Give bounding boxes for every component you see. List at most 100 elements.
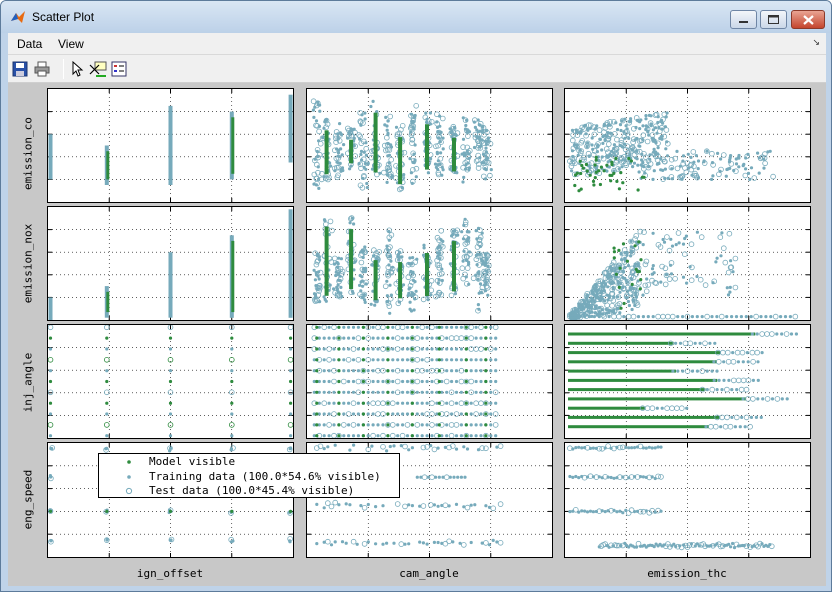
training-point <box>397 300 401 304</box>
inj-point <box>322 336 326 340</box>
speed-point <box>497 501 504 507</box>
training-point <box>597 306 601 310</box>
inj-point <box>371 423 375 427</box>
dock-arrow-icon[interactable]: ↘ <box>812 37 820 48</box>
training-point <box>735 388 739 392</box>
training-point <box>426 298 430 302</box>
plot-emission-nox-vs-emission-thc[interactable] <box>564 206 811 321</box>
training-point <box>463 217 467 221</box>
training-point <box>318 258 322 262</box>
plot-emission-co-vs-cam-angle[interactable] <box>306 88 553 203</box>
model-point <box>386 379 390 384</box>
model-point <box>315 434 319 438</box>
speed-point <box>580 446 584 450</box>
plot-inj-angle-vs-ign-offset[interactable] <box>47 324 294 439</box>
inj-point <box>376 347 380 351</box>
speed-point <box>385 541 389 545</box>
training-point <box>413 297 417 301</box>
inj-point <box>342 325 346 329</box>
speed-point <box>630 446 634 450</box>
menu-data[interactable]: Data <box>17 37 42 51</box>
training-point <box>386 154 390 158</box>
title-bar[interactable]: Scatter Plot <box>1 1 831 33</box>
inj-point <box>331 378 337 385</box>
training-point <box>735 377 742 384</box>
training-point <box>386 299 390 304</box>
training-point <box>425 120 429 125</box>
inj-point <box>459 325 463 329</box>
speed-point <box>452 475 456 479</box>
training-point <box>644 127 648 132</box>
save-button[interactable] <box>10 59 30 79</box>
test-point <box>358 259 365 266</box>
minimize-button[interactable] <box>730 10 757 29</box>
menu-view[interactable]: View <box>58 37 84 51</box>
inj-point <box>350 400 357 406</box>
speed-point <box>618 509 622 513</box>
training-point <box>408 256 412 260</box>
inj-point <box>414 346 421 352</box>
scatter-panel-svg <box>307 89 552 202</box>
test-point <box>717 234 724 241</box>
model-point <box>640 175 645 179</box>
inj-point <box>391 336 395 340</box>
training-point <box>438 140 442 144</box>
speed-point <box>463 475 467 479</box>
inj-point <box>469 412 473 416</box>
training-point <box>734 414 740 421</box>
legend-marker-dot-icon <box>127 460 131 464</box>
data-cursor-button[interactable] <box>88 59 108 79</box>
speed-point <box>443 474 450 481</box>
training-point <box>411 256 415 260</box>
model-point <box>597 169 601 173</box>
training-point <box>450 234 454 238</box>
training-point <box>337 148 341 152</box>
plot-emission-co-vs-ign-offset[interactable] <box>47 88 294 203</box>
plot-emission-co-vs-emission-thc[interactable] <box>564 88 811 203</box>
plot-eng-speed-vs-emission-thc[interactable] <box>564 442 811 558</box>
plot-inj-angle-vs-cam-angle[interactable] <box>306 324 553 439</box>
training-point <box>710 315 714 319</box>
plot-emission-nox-vs-cam-angle[interactable] <box>306 206 553 321</box>
inj-point <box>48 336 53 340</box>
inj-point <box>459 390 463 394</box>
legend-toggle-button[interactable] <box>109 59 129 79</box>
plot-emission-nox-vs-ign-offset[interactable] <box>47 206 294 321</box>
model-point <box>636 270 640 274</box>
maximize-button[interactable] <box>760 10 787 29</box>
legend[interactable]: Model visible Training data (100.0*54.6%… <box>98 453 400 498</box>
inj-point <box>425 325 429 329</box>
plot-inj-angle-vs-emission-thc[interactable] <box>564 324 811 439</box>
training-point <box>743 386 750 393</box>
training-point <box>681 369 685 373</box>
inj-point <box>414 335 421 341</box>
inj-point <box>469 434 473 438</box>
model-column <box>324 226 329 296</box>
training-point <box>316 254 320 258</box>
speed-point <box>431 446 438 453</box>
training-point <box>461 259 465 263</box>
model-point <box>585 169 589 173</box>
training-point <box>649 405 656 411</box>
training-point <box>659 280 663 284</box>
inj-point <box>375 411 381 417</box>
model-point <box>410 390 414 394</box>
inj-point <box>401 423 405 427</box>
model-point <box>315 401 319 405</box>
inj-point <box>492 389 499 396</box>
training-point <box>762 166 766 170</box>
training-point <box>662 240 667 244</box>
inj-point <box>405 347 410 351</box>
inj-point <box>321 400 328 406</box>
close-button[interactable] <box>791 10 825 29</box>
inj-point <box>419 325 425 331</box>
training-point <box>433 162 438 166</box>
training-point <box>590 143 594 147</box>
print-button[interactable] <box>32 59 52 79</box>
test-point <box>698 234 705 240</box>
training-point <box>759 315 763 319</box>
select-tool-button[interactable] <box>68 59 88 79</box>
training-point <box>440 165 444 169</box>
model-point <box>315 390 319 394</box>
save-icon <box>12 61 28 77</box>
